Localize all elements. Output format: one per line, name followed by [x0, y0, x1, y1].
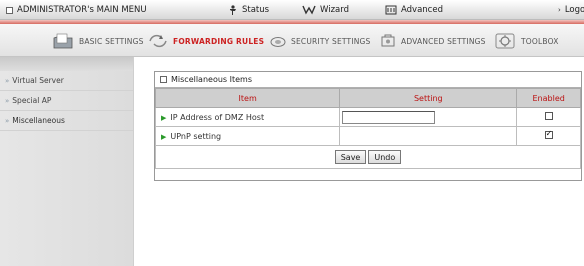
panel-title: Miscellaneous Items	[155, 72, 581, 88]
top-menu-bar: ADMINISTRATOR's MAIN MENU Status Wizard …	[0, 0, 584, 20]
tab-label: FORWARDING RULES	[173, 36, 265, 46]
advanced-settings-icon	[381, 34, 395, 47]
row-label-text: IP Address of DMZ Host	[170, 112, 265, 122]
logout-link[interactable]: › Logout	[558, 4, 584, 16]
tab-toolbox[interactable]: TOOLBOX	[494, 30, 559, 52]
advanced-link[interactable]: Advanced	[385, 4, 443, 16]
arrow-bullet-icon: ▶	[161, 113, 167, 122]
sidebar-item-special-ap[interactable]: » Special AP	[0, 91, 133, 111]
action-buttons: Save Undo	[156, 146, 580, 168]
menu-box-icon	[6, 6, 13, 14]
undo-button[interactable]: Undo	[368, 150, 402, 164]
dmz-host-ip-input[interactable]	[342, 110, 436, 124]
tab-label: SECURITY SETTINGS	[291, 36, 371, 46]
table-row-dmz-host: ▶ IP Address of DMZ Host	[154, 107, 581, 127]
table-row-upnp: ▶ UPnP setting	[154, 126, 581, 146]
setting-cell	[339, 107, 518, 127]
tab-label: ADVANCED SETTINGS	[401, 36, 486, 46]
misc-items-panel: Miscellaneous Items Item Setting Enabled…	[154, 71, 582, 181]
forwarding-icon	[149, 34, 167, 48]
row-label-cell: ▶ IP Address of DMZ Host	[154, 107, 341, 127]
sidebar-header	[0, 57, 133, 71]
panel-box-icon	[160, 76, 167, 83]
column-header-enabled: Enabled	[516, 88, 581, 108]
logout-label: Logout	[564, 5, 584, 15]
sidebar-item-virtual-server[interactable]: » Virtual Server	[0, 71, 133, 91]
sidebar-item-label: Virtual Server	[12, 76, 64, 85]
arrow-bullet-icon: ▶	[161, 132, 167, 141]
logout-arrow-icon: ›	[558, 6, 561, 14]
tab-label: TOOLBOX	[521, 36, 559, 46]
table-header-row: Item Setting Enabled	[154, 88, 581, 108]
wizard-icon	[302, 5, 316, 15]
status-icon	[230, 4, 236, 15]
sidebar: » Virtual Server » Special AP » Miscella…	[0, 57, 134, 266]
button-row: Save Undo	[155, 145, 581, 169]
advanced-label: Advanced	[401, 5, 443, 15]
bullet-icon: »	[5, 116, 10, 125]
tab-forwarding-rules[interactable]: FORWARDING RULES	[148, 30, 264, 52]
upnp-enabled-checkbox[interactable]	[544, 129, 553, 139]
tab-security-settings[interactable]: SECURITY SETTINGS	[270, 30, 371, 52]
tab-basic-settings[interactable]: BASIC SETTINGS	[52, 30, 144, 52]
security-icon	[270, 37, 286, 47]
folder-icon	[53, 33, 73, 49]
wizard-label: Wizard	[320, 5, 349, 15]
save-button[interactable]: Save	[334, 150, 367, 164]
tab-advanced-settings[interactable]: ADVANCED SETTINGS	[380, 30, 486, 52]
wizard-link[interactable]: Wizard	[302, 4, 349, 16]
sidebar-item-label: Special AP	[12, 96, 52, 105]
toolbox-icon	[495, 33, 515, 49]
bullet-icon: »	[5, 76, 10, 85]
misc-items-table: Item Setting Enabled ▶ IP Address of DMZ …	[154, 88, 581, 169]
bullet-icon: »	[5, 96, 10, 105]
enabled-cell	[516, 107, 581, 127]
status-link[interactable]: Status	[228, 4, 269, 16]
advanced-icon	[385, 5, 397, 15]
column-header-item: Item	[154, 88, 341, 108]
sidebar-item-miscellaneous[interactable]: » Miscellaneous	[0, 111, 133, 131]
dmz-enabled-checkbox[interactable]	[544, 112, 553, 120]
column-header-setting: Setting	[339, 88, 518, 108]
enabled-cell	[516, 126, 581, 146]
button-cell: Save Undo	[155, 145, 581, 169]
sidebar-item-label: Miscellaneous	[12, 116, 65, 125]
tab-bar: BASIC SETTINGS FORWARDING RULES SECURITY…	[0, 24, 584, 57]
setting-cell	[339, 126, 518, 146]
main-menu-title: ADMINISTRATOR's MAIN MENU	[6, 4, 147, 16]
row-label-cell: ▶ UPnP setting	[154, 126, 341, 146]
status-label: Status	[242, 5, 270, 15]
row-label-text: UPnP setting	[170, 131, 222, 141]
main-menu-title-text: ADMINISTRATOR's MAIN MENU	[17, 5, 147, 15]
panel-title-text: Miscellaneous Items	[171, 75, 253, 84]
tab-label: BASIC SETTINGS	[79, 36, 144, 46]
